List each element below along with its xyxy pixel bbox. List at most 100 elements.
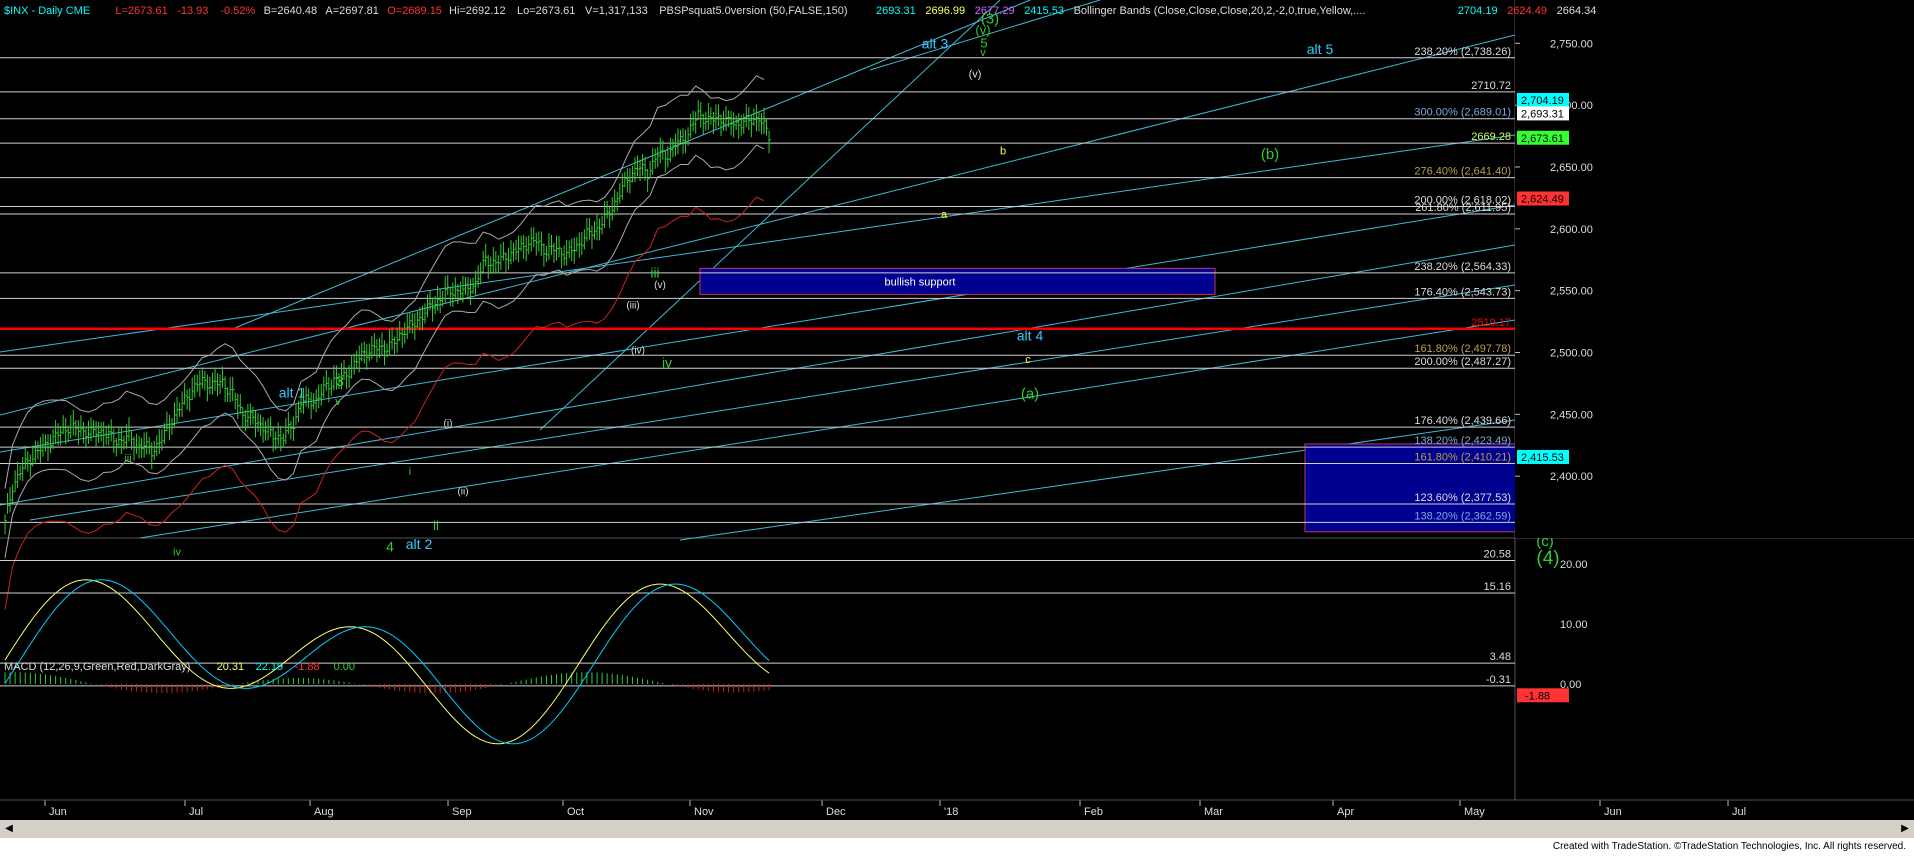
macd-header-field: 20.31 [217, 661, 245, 673]
chart-header: $INX - Daily CME L=2673.61 -13.93 -0.52% B=2… [4, 5, 1596, 673]
level-label: 261.80% (2,611.95) [1415, 202, 1511, 214]
x-tick-label: Dec [826, 806, 846, 818]
trendline [0, 134, 1516, 353]
wave-label: c [1025, 354, 1031, 366]
y-tick-label: 2,400.00 [1550, 471, 1593, 483]
bullish-support-zone [699, 267, 1216, 295]
macd-level-label: 20.58 [1483, 549, 1511, 561]
level-label: 161.80% (2,410.21) [1414, 452, 1511, 464]
level-label: 176.40% (2,543.73) [1414, 286, 1511, 298]
wave-label: (b) [1261, 146, 1279, 163]
wave-label: (ii) [457, 487, 468, 498]
wave-label: iii [650, 265, 659, 281]
level-label: 176.40% (2,439.66) [1414, 415, 1511, 427]
x-tick-label: Oct [567, 806, 584, 818]
x-tick-label: '18 [944, 806, 958, 818]
bullish-support-label: bullish support [885, 276, 956, 288]
price-badge-label: 2,415.53 [1521, 452, 1564, 464]
price-badge-label: 2,704.19 [1521, 95, 1564, 107]
macd-level-label: 3.48 [1490, 651, 1511, 663]
level-label: 200.00% (2,487.27) [1414, 356, 1511, 368]
price-axis: 2,400.00 2,450.00 2,500.00 2,550.00 2,600.00… [1515, 0, 1914, 538]
y-tick-label: 2,550.00 [1550, 286, 1593, 298]
macd-level-label: -0.31 [1486, 674, 1511, 686]
header-field: L=2673.61 [115, 5, 167, 17]
macd-level-label: 15.16 [1483, 581, 1511, 593]
wave-label: (iv) [631, 345, 645, 356]
wave-label: ii [433, 518, 439, 533]
wave-label: i [409, 466, 411, 478]
scroll-left-icon[interactable]: ◀ [2, 822, 16, 836]
level-label: 123.60% (2,377.53) [1414, 492, 1511, 504]
level-label: 300.00% (2,689.01) [1414, 107, 1511, 119]
x-tick-label: Apr [1337, 806, 1354, 818]
x-tick-label: Jul [1732, 806, 1746, 818]
y-tick-label: 2,500.00 [1550, 347, 1593, 359]
wave-label: alt 5 [1307, 41, 1334, 57]
macd-header-field: 0.00 [334, 661, 355, 673]
header-field: 2696.99 [925, 5, 965, 17]
footer-bar: Created with TradeStation. ©TradeStation… [0, 838, 1914, 856]
wave-label: (a) [1021, 385, 1039, 402]
macd-tick-label: 20.00 [1560, 559, 1588, 571]
wave-label: b [1000, 145, 1006, 157]
level-label: 2669.28 [1471, 131, 1511, 143]
level-label: 238.20% (2,738.26) [1414, 46, 1511, 58]
horizontal-scrollbar[interactable]: ◀ ▶ [0, 820, 1914, 838]
macd-header-field: 22.19 [256, 661, 284, 673]
macd-badge-label: -1.88 [1525, 690, 1550, 702]
time-axis: Jun Jul Aug Sep Oct Nov Dec '18 Feb Mar Apr May Jun J… [0, 799, 1914, 818]
x-tick-label: Jun [1604, 806, 1622, 818]
header-field: $INX - Daily CME [4, 5, 90, 17]
wave-label: (v) [654, 280, 666, 291]
x-tick-label: Jun [49, 806, 67, 818]
price-chart[interactable]: bullish support 238.20% (2,738.26) 2710.7… [0, 0, 1914, 820]
wave-label: alt 2 [406, 536, 433, 552]
level-label: 2519.17 [1471, 317, 1511, 329]
header-field: 2624.49 [1507, 5, 1547, 17]
wave-label: (4) [1536, 548, 1559, 569]
level-label: 138.20% (2,423.49) [1414, 435, 1511, 447]
y-tick-label: 2,650.00 [1550, 162, 1593, 174]
macd-header-field: MACD (12,26,9,Green,Red,DarkGray) [4, 661, 190, 673]
price-badge-label: 2,624.49 [1521, 194, 1564, 206]
header-field: 2677.29 [975, 5, 1015, 17]
header-field: PBSPsquat5.0version (50,FALSE,150) [659, 5, 847, 17]
wave-label: iv [662, 354, 672, 370]
level-label: 238.20% (2,564.33) [1414, 261, 1511, 273]
wave-label: iii [124, 453, 131, 465]
wave-label: 4 [386, 539, 394, 555]
price-badge-label: 2,693.31 [1521, 108, 1564, 120]
scroll-right-icon[interactable]: ▶ [1898, 822, 1912, 836]
macd-panel: 20.58 15.16 3.48 -0.31 20.00 10.00 0.00 -1.88 [0, 549, 1588, 745]
wave-label: a [941, 209, 948, 221]
header-field: Bollinger Bands (Close,Close,Close,20,2,… [1074, 5, 1366, 17]
wave-label: v [980, 47, 986, 59]
x-tick-label: Aug [314, 806, 334, 818]
wave-label: alt 3 [922, 36, 949, 52]
header-field: 2664.34 [1557, 5, 1597, 17]
header-field: 2704.19 [1458, 5, 1498, 17]
level-label: 276.40% (2,641.40) [1414, 166, 1511, 178]
wave-label: (iii) [626, 301, 639, 312]
level-label: 161.80% (2,497.78) [1414, 343, 1511, 355]
x-tick-label: Nov [694, 806, 714, 818]
wave-label: alt 4 [1017, 327, 1044, 343]
x-tick-label: Mar [1204, 806, 1223, 818]
header-field: V=1,317,133 [585, 5, 648, 17]
price-badge-label: 2,673.61 [1521, 133, 1564, 145]
macd-header-field: -1.88 [295, 661, 320, 673]
trendline [539, 0, 1001, 431]
header-field: Lo=2673.61 [517, 5, 575, 17]
x-tick-label: Sep [452, 806, 472, 818]
x-tick-label: Jul [189, 806, 203, 818]
wave-label: v [335, 396, 341, 408]
y-tick-label: 2,450.00 [1550, 409, 1593, 421]
macd-tick-label: 10.00 [1560, 619, 1588, 631]
header-field: 2693.31 [876, 5, 916, 17]
header-field: Hi=2692.12 [449, 5, 506, 17]
price-bars [4, 75, 772, 610]
wave-label: (i) [444, 418, 453, 429]
header-field: B=2640.48 [264, 5, 318, 17]
level-label: 2710.72 [1471, 80, 1511, 92]
